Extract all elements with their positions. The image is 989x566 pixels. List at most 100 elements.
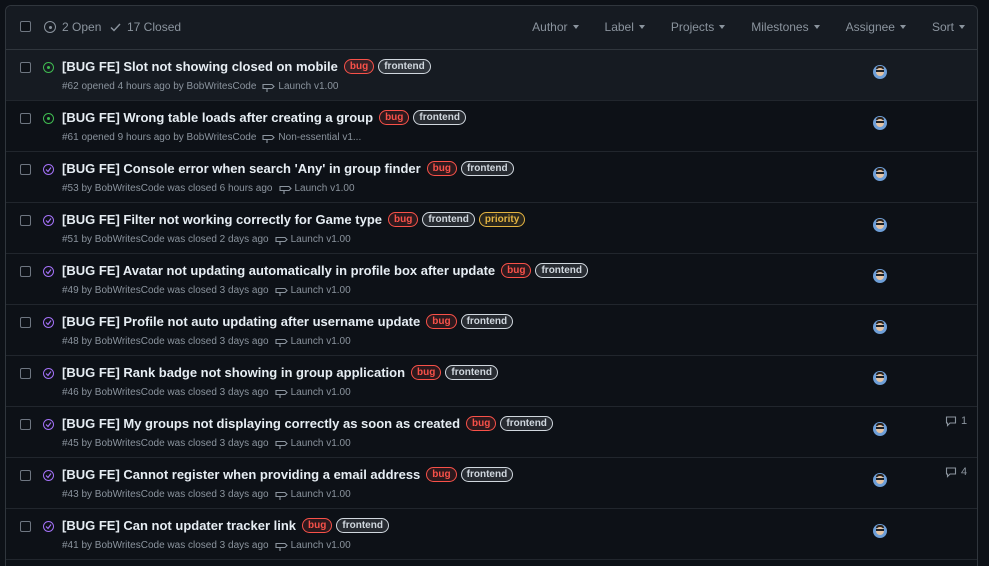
avatar-glasses [876, 70, 884, 72]
milestone-icon [275, 491, 288, 500]
issue-title[interactable]: [BUG FE] Console error when search 'Any'… [62, 161, 421, 176]
issue-row[interactable]: [BUG FE] My groups not displaying correc… [6, 407, 977, 458]
issue-checkbox[interactable] [20, 62, 31, 73]
filter-sort[interactable]: Sort [932, 20, 965, 34]
label-bug[interactable]: bug [426, 467, 457, 482]
label-frontend[interactable]: frontend [500, 416, 553, 431]
label-frontend[interactable]: frontend [535, 263, 589, 278]
assignee-avatar[interactable] [873, 320, 887, 334]
issue-title[interactable]: [BUG FE] Avatar not updating automatical… [62, 263, 495, 278]
issue-checkbox[interactable] [20, 470, 31, 481]
filter-assignee[interactable]: Assignee [846, 20, 906, 34]
issue-checkbox[interactable] [20, 113, 31, 124]
assignee-avatar[interactable] [873, 422, 887, 436]
open-issues-toggle[interactable]: 2 Open [44, 20, 101, 34]
issue-checkbox[interactable] [20, 368, 31, 379]
milestone-link[interactable]: Launch v1.00 [275, 438, 351, 449]
check-icon [110, 23, 121, 32]
issue-closed-icon [43, 164, 54, 175]
filter-milestones[interactable]: Milestones [751, 20, 820, 34]
issue-title[interactable]: [BUG FE] Profile not auto updating after… [62, 314, 420, 329]
milestone-link[interactable]: Launch v1.00 [275, 285, 351, 296]
label-frontend[interactable]: frontend [422, 212, 475, 227]
issue-opened-icon [43, 62, 54, 73]
issue-checkbox[interactable] [20, 266, 31, 277]
filter-author[interactable]: Author [532, 20, 579, 34]
issue-checkbox[interactable] [20, 215, 31, 226]
label-frontend[interactable]: frontend [336, 518, 389, 533]
avatar-glasses [876, 376, 884, 378]
issue-checkbox[interactable] [20, 164, 31, 175]
label-frontend[interactable]: frontend [445, 365, 498, 380]
comments-link[interactable]: 4 [945, 466, 967, 478]
milestone-link[interactable]: Launch v1.00 [275, 540, 351, 551]
label-bug[interactable]: bug [426, 161, 457, 176]
milestone-icon [275, 389, 288, 398]
issue-title[interactable]: [BUG FE] My groups not displaying correc… [62, 416, 460, 431]
issue-row[interactable]: [BUG FE] Avatar not updating automatical… [6, 254, 977, 305]
milestone-link[interactable]: Launch v1.00 [262, 81, 338, 92]
label-bug[interactable]: bug [426, 314, 457, 329]
assignee-avatar[interactable] [873, 269, 887, 283]
issue-row[interactable]: [BUG FE] Filter not working correctly fo… [6, 203, 977, 254]
assignee-avatar[interactable] [873, 473, 887, 487]
milestone-icon [275, 287, 288, 296]
issue-title[interactable]: [BUG FE] Rank badge not showing in group… [62, 365, 405, 380]
assignee-avatar[interactable] [873, 218, 887, 232]
assignee-avatar[interactable] [873, 167, 887, 181]
milestone-link[interactable]: Non-essential v1... [262, 132, 361, 143]
assignee-avatar[interactable] [873, 524, 887, 538]
comment-count: 4 [961, 466, 968, 478]
issue-checkbox[interactable] [20, 317, 31, 328]
issue-title[interactable]: [BUG FE] Slot not showing closed on mobi… [62, 59, 338, 74]
label-frontend[interactable]: frontend [460, 467, 514, 482]
issue-title[interactable]: [BUG FE] Can not updater tracker link [62, 518, 296, 533]
milestone-link[interactable]: Launch v1.00 [275, 234, 351, 245]
issue-title[interactable]: [BUG FE] Wrong table loads after creatin… [62, 110, 373, 125]
issue-row[interactable]: [BUG FE] Profile not auto updating after… [6, 305, 977, 356]
issue-row[interactable]: [BUG FE] Can not updater tracker link bu… [6, 509, 977, 560]
select-all-checkbox[interactable] [20, 21, 31, 32]
milestone-link[interactable]: Launch v1.00 [275, 489, 351, 500]
label-bug[interactable]: bug [466, 416, 497, 431]
comments-link[interactable]: 1 [945, 415, 967, 427]
label-bug[interactable]: bug [379, 110, 410, 125]
issue-title-line: [BUG FE] Slot not showing closed on mobi… [62, 59, 431, 74]
milestone-link[interactable]: Launch v1.00 [275, 336, 351, 347]
filter-assignee-label: Assignee [845, 20, 895, 34]
label-frontend[interactable]: frontend [378, 59, 431, 74]
label-bug[interactable]: bug [411, 365, 442, 380]
label-frontend[interactable]: frontend [460, 314, 514, 329]
label-priority[interactable]: priority [478, 212, 526, 227]
label-bug[interactable]: bug [388, 212, 419, 227]
filter-label[interactable]: Label [605, 20, 645, 34]
issue-row[interactable]: [BUG FE] Console error when search 'Any'… [6, 152, 977, 203]
issue-title[interactable]: [BUG FE] Filter not working correctly fo… [62, 212, 382, 227]
closed-issues-toggle[interactable]: 17 Closed [110, 20, 181, 34]
label-frontend[interactable]: frontend [413, 110, 466, 125]
milestone-icon [275, 542, 288, 551]
assignee-avatar[interactable] [873, 65, 887, 79]
issue-checkbox[interactable] [20, 419, 31, 430]
filter-projects[interactable]: Projects [671, 20, 726, 34]
issue-row[interactable]: [BUG FE] Cannot register when providing … [6, 458, 977, 509]
issue-checkbox[interactable] [20, 521, 31, 532]
milestone-icon [275, 236, 288, 245]
milestone-link[interactable]: Launch v1.00 [275, 387, 351, 398]
issue-title[interactable]: [BUG FE] Cannot register when providing … [62, 467, 420, 482]
label-bug[interactable]: bug [302, 518, 333, 533]
issue-title-line: [BUG FE] Profile not auto updating after… [62, 314, 514, 329]
issue-row[interactable]: [BUG FE] Wrong table loads after creatin… [6, 101, 977, 152]
issue-row[interactable]: [BUG FE] Rank badge not showing in group… [6, 356, 977, 407]
issue-meta: #61 opened 9 hours ago by BobWritesCode … [62, 132, 361, 143]
label-bug[interactable]: bug [501, 263, 532, 278]
assignee-avatar[interactable] [873, 116, 887, 130]
issue-row[interactable]: [BUG FE] Slot not showing closed on mobi… [6, 50, 977, 101]
milestone-link[interactable]: Launch v1.00 [278, 183, 355, 194]
issue-meta-text: #49 by BobWritesCode was closed 3 days a… [62, 285, 269, 296]
label-frontend[interactable]: frontend [461, 161, 514, 176]
assignee-avatar[interactable] [873, 371, 887, 385]
issue-meta-text: #62 opened 4 hours ago by BobWritesCode [62, 81, 257, 92]
label-bug[interactable]: bug [343, 59, 375, 74]
comment-count: 1 [961, 415, 968, 427]
